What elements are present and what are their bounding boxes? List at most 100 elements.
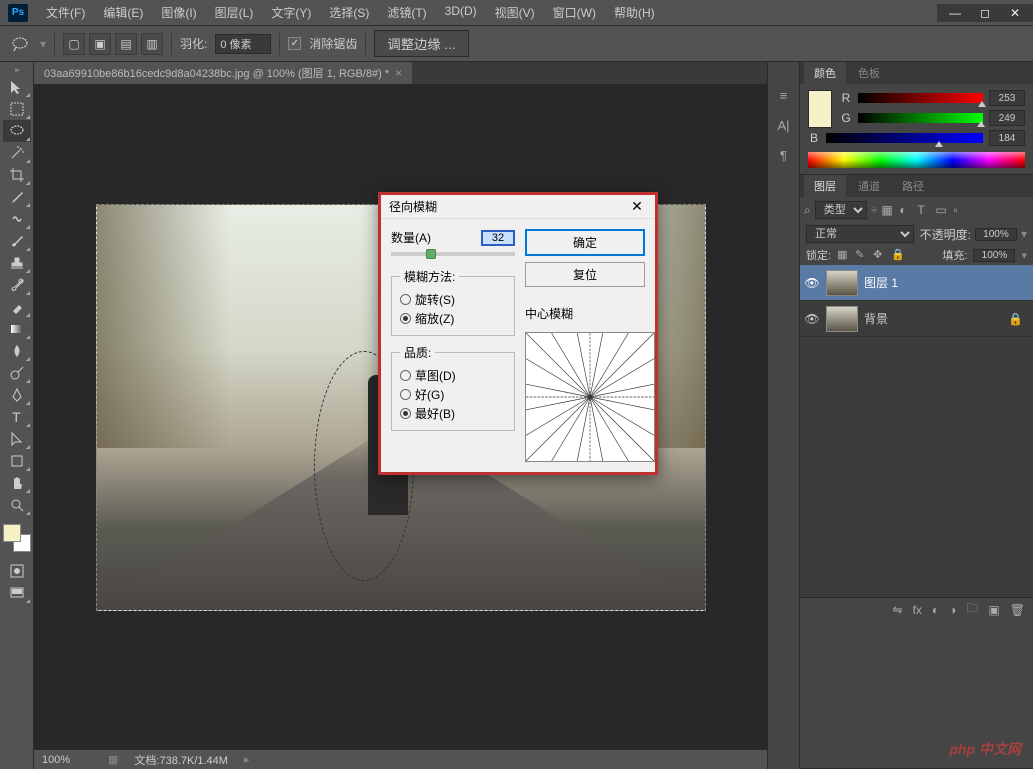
blur-tool-icon[interactable] [3,340,31,362]
blend-mode-select[interactable]: 正常 [806,225,914,243]
screen-mode-icon[interactable] [3,582,31,604]
quality-draft-radio[interactable] [400,370,411,381]
type-tool-icon[interactable]: T [3,406,31,428]
visibility-icon[interactable]: 👁 [804,312,820,326]
healing-tool-icon[interactable] [3,208,31,230]
menu-type[interactable]: 文字(Y) [263,0,319,25]
eraser-tool-icon[interactable] [3,296,31,318]
paragraph-icon[interactable]: ¶ [774,146,794,164]
tab-color[interactable]: 颜色 [804,62,846,84]
foreground-color[interactable] [3,524,21,542]
menu-select[interactable]: 选择(S) [321,0,377,25]
crop-tool-icon[interactable] [3,164,31,186]
selection-intersect-icon[interactable]: ▥ [141,33,163,55]
quick-mask-icon[interactable] [3,560,31,582]
minimize-button[interactable]: — [941,4,969,22]
layer-name[interactable]: 图层 1 [864,274,898,291]
stamp-tool-icon[interactable] [3,252,31,274]
brush-tool-icon[interactable] [3,230,31,252]
document-tab[interactable]: 03aa69910be86b16cedc9d8a04238bc.jpg @ 10… [34,62,412,84]
filter-smart-icon[interactable]: ▫ [953,203,967,217]
visibility-icon[interactable]: 👁 [804,276,820,290]
tab-paths[interactable]: 路径 [892,175,934,197]
lock-position-icon[interactable]: ✥ [873,248,887,262]
tab-channels[interactable]: 通道 [848,175,890,197]
character-icon[interactable]: A| [774,116,794,134]
antialias-checkbox[interactable] [288,37,301,50]
layer-row[interactable]: 👁 背景 🔒 [800,301,1033,337]
g-slider[interactable] [858,113,983,123]
selection-add-icon[interactable]: ▣ [89,33,111,55]
filter-pixel-icon[interactable]: ▦ [881,203,895,217]
magic-wand-tool-icon[interactable] [3,142,31,164]
toolbox-handle[interactable] [0,66,33,74]
selection-new-icon[interactable]: ▢ [63,33,85,55]
link-layers-icon[interactable]: ⇋ [893,603,903,617]
filter-shape-icon[interactable]: ▭ [935,203,949,217]
lasso-tool-icon[interactable] [8,32,32,56]
menu-edit[interactable]: 编辑(E) [95,0,151,25]
refine-edge-button[interactable]: 调整边缘 ... [374,30,468,57]
layer-fx-icon[interactable]: fx [913,603,922,617]
gradient-tool-icon[interactable] [3,318,31,340]
menu-3d[interactable]: 3D(D) [437,0,485,25]
menu-image[interactable]: 图像(I) [153,0,204,25]
quality-best-radio[interactable] [400,408,411,419]
layer-name[interactable]: 背景 [864,310,888,327]
menu-view[interactable]: 视图(V) [487,0,543,25]
lock-transparent-icon[interactable]: ▦ [837,248,851,262]
b-input[interactable] [989,130,1025,146]
shape-tool-icon[interactable] [3,450,31,472]
layer-thumbnail[interactable] [826,270,858,296]
g-input[interactable] [989,110,1025,126]
marquee-tool-icon[interactable] [3,98,31,120]
opacity-input[interactable] [975,228,1017,241]
filter-adjust-icon[interactable]: ◐ [899,203,913,217]
layer-thumbnail[interactable] [826,306,858,332]
tab-close-icon[interactable]: × [395,66,402,80]
path-selection-tool-icon[interactable] [3,428,31,450]
close-button[interactable]: ✕ [1001,4,1029,22]
color-swatches[interactable] [3,524,31,552]
doc-info-icon[interactable]: ▦ [108,753,118,766]
r-input[interactable] [989,90,1025,106]
hand-tool-icon[interactable] [3,472,31,494]
menu-file[interactable]: 文件(F) [38,0,93,25]
tab-swatches[interactable]: 色板 [848,62,890,84]
eyedropper-tool-icon[interactable] [3,186,31,208]
move-tool-icon[interactable] [3,76,31,98]
menu-filter[interactable]: 滤镜(T) [379,0,434,25]
lasso-tool-icon[interactable] [3,120,31,142]
layer-filter-select[interactable]: 类型 [815,201,867,219]
ok-button[interactable]: 确定 [525,229,645,256]
history-brush-tool-icon[interactable] [3,274,31,296]
color-spectrum[interactable] [808,152,1025,168]
b-slider[interactable] [826,133,983,143]
adjustment-layer-icon[interactable]: ◑ [949,603,956,617]
dodge-tool-icon[interactable] [3,362,31,384]
zoom-display[interactable]: 100% [42,754,92,766]
filter-type-icon[interactable]: T [917,203,931,217]
menu-help[interactable]: 帮助(H) [606,0,663,25]
amount-input[interactable] [481,230,515,246]
dialog-close-icon[interactable]: ✕ [627,197,647,217]
history-icon[interactable]: ≡ [774,86,794,104]
selection-subtract-icon[interactable]: ▤ [115,33,137,55]
method-spin-radio[interactable] [400,294,411,305]
feather-input[interactable] [215,34,271,54]
lock-pixels-icon[interactable]: ✎ [855,248,869,262]
menu-window[interactable]: 窗口(W) [545,0,604,25]
new-layer-icon[interactable]: ▣ [988,603,999,617]
method-zoom-radio[interactable] [400,313,411,324]
delete-layer-icon[interactable]: 🗑 [1010,603,1025,617]
zoom-tool-icon[interactable] [3,494,31,516]
layer-group-icon[interactable]: 🗀 [966,599,978,620]
maximize-button[interactable]: ◻ [971,4,999,22]
quality-good-radio[interactable] [400,389,411,400]
r-slider[interactable] [858,93,983,103]
reset-button[interactable]: 复位 [525,262,645,287]
layer-row[interactable]: 👁 图层 1 [800,265,1033,301]
tab-layers[interactable]: 图层 [804,175,846,197]
amount-slider[interactable] [391,252,515,256]
blur-center-preview[interactable] [525,332,655,462]
